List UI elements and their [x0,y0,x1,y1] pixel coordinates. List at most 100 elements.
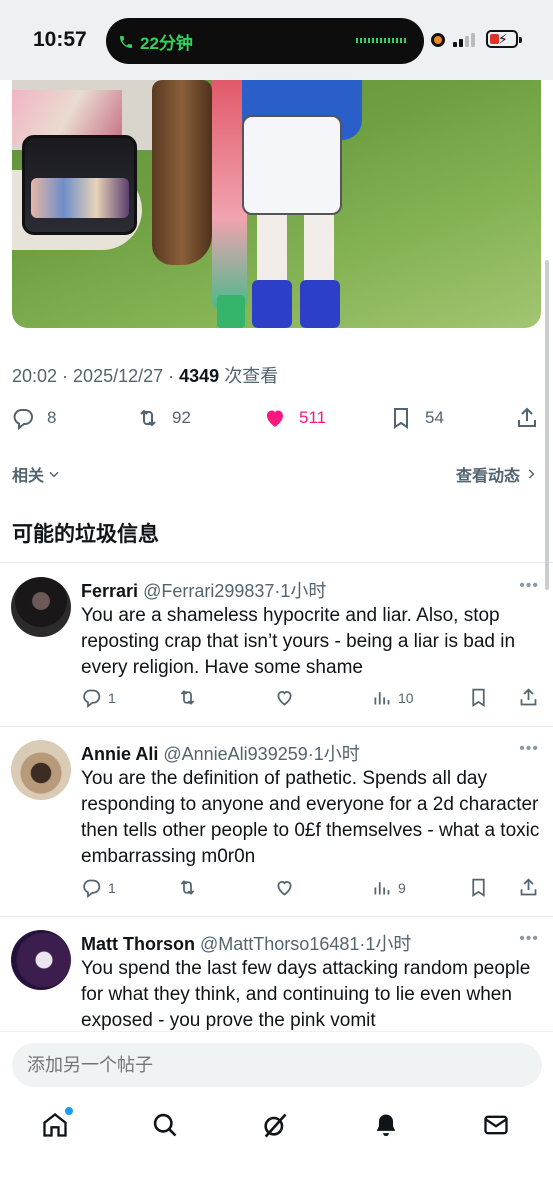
reply-time: 1小时 [280,581,327,601]
share-icon [520,688,537,706]
reply-time: 1小时 [365,934,412,954]
chevron-down-icon [49,471,59,478]
bookmark-icon [472,688,485,708]
more-options-icon[interactable]: ••• [519,577,539,595]
reply-author-handle[interactable]: @AnnieAli939259 [163,744,307,764]
reply-text: You are a shameless hypocrite and liar. … [81,605,516,678]
nav-messages[interactable] [482,1111,512,1141]
scrollbar[interactable] [545,260,549,590]
reply-action-bar: 1 10 [81,687,546,713]
chevron-right-icon [528,469,535,479]
view-count: 10 [398,689,414,706]
avatar[interactable] [11,740,71,800]
related-label: 相关 [12,468,45,485]
grok-icon [264,1113,287,1138]
like-button[interactable]: 511 [263,406,326,430]
avatar[interactable] [11,577,71,637]
call-indicator: 22分钟 [118,29,193,54]
reply-text: You are the definition of pathetic. Spen… [81,768,540,867]
search-icon [153,1113,177,1137]
reply-button[interactable]: 8 [11,406,56,430]
views-label: 次查看 [224,366,279,386]
reply-action-bar: 1 9 [81,877,546,903]
like-count: 511 [299,408,327,427]
unread-dot [65,1107,73,1115]
repost-count: 92 [172,408,191,427]
messages-icon [484,1115,508,1135]
bookmark-button[interactable] [468,687,489,708]
tweet-date[interactable]: 2025/12/27 [73,366,163,386]
reply-author-handle[interactable]: @MattThorso16481 [200,934,359,954]
share-button[interactable] [515,406,539,430]
views-button[interactable]: 9 [371,877,406,898]
reply-icon [83,689,101,708]
reply-count: 1 [108,689,116,706]
tweet-time[interactable]: 20:02 [12,366,57,386]
reply-text: You spend the last few days attacking ra… [81,958,531,1031]
bottom-nav [0,1105,553,1150]
nav-notifications[interactable] [372,1111,402,1141]
repost-button[interactable] [177,687,198,708]
add-post-input[interactable] [12,1043,542,1087]
reply-icon [83,879,101,898]
reply-author-name[interactable]: Matt Thorson [81,934,195,954]
reply-icon [13,409,33,430]
bookmark-count: 54 [425,408,444,427]
share-button[interactable] [518,687,539,708]
heart-icon [277,690,292,706]
more-options-icon[interactable]: ••• [519,930,539,948]
share-button[interactable] [518,877,539,898]
reply-author-name[interactable]: Ferrari [81,581,138,601]
heart-filled-icon [267,410,283,427]
repost-icon [180,690,195,705]
see-activity-link[interactable]: 查看动态 [456,462,538,486]
views-button[interactable]: 10 [371,687,414,708]
analytics-icon [374,882,390,895]
divider [0,726,553,727]
recording-indicator-icon [431,33,445,47]
divider [0,562,553,563]
reply-author-name[interactable]: Annie Ali [81,744,158,764]
reply-button[interactable]: 1 [81,877,116,898]
share-icon [518,407,536,427]
like-button[interactable] [274,877,295,898]
reply-count: 8 [47,408,57,427]
reply-count: 1 [108,879,116,896]
related-dropdown[interactable]: 相关 [12,462,61,486]
view-count: 4349 [179,366,220,386]
status-bar: 10:57 22分钟 ⚡ [0,0,553,80]
analytics-icon [374,692,390,705]
tweet-photo[interactable] [12,80,541,328]
tweet-action-bar: 8 92 511 54 [0,400,553,440]
bookmark-button[interactable]: 54 [389,406,444,430]
more-options-icon[interactable]: ••• [519,740,539,758]
nav-search[interactable] [151,1111,181,1141]
dynamic-island[interactable]: 22分钟 [106,18,424,64]
bookmark-button[interactable] [468,877,489,898]
signal-icon [453,32,475,47]
divider [0,916,553,917]
nav-home[interactable] [41,1107,73,1141]
phone-icon [120,35,132,48]
tweet-meta: 20:02 · 2025/12/27 · 4349 次查看 [12,366,279,386]
notifications-icon [376,1114,396,1137]
repost-icon [180,880,195,895]
share-icon [520,878,537,896]
like-button[interactable] [274,687,295,708]
view-count: 9 [398,879,406,896]
repost-icon [140,409,156,427]
heart-icon [277,880,292,896]
bookmark-icon [394,408,408,429]
repost-button[interactable] [177,877,198,898]
audio-wave-icon [356,38,408,43]
avatar[interactable] [11,930,71,990]
reply-button[interactable]: 1 [81,687,116,708]
home-icon [43,1113,67,1137]
nav-grok[interactable] [261,1111,291,1141]
battery-icon: ⚡ [486,30,522,48]
call-duration: 22分钟 [140,34,193,53]
spam-section-title: 可能的垃圾信息 [12,523,159,546]
repost-button[interactable]: 92 [136,406,191,430]
reply-author-handle[interactable]: @Ferrari299837 [143,581,274,601]
reply-time: 1小时 [313,744,360,764]
